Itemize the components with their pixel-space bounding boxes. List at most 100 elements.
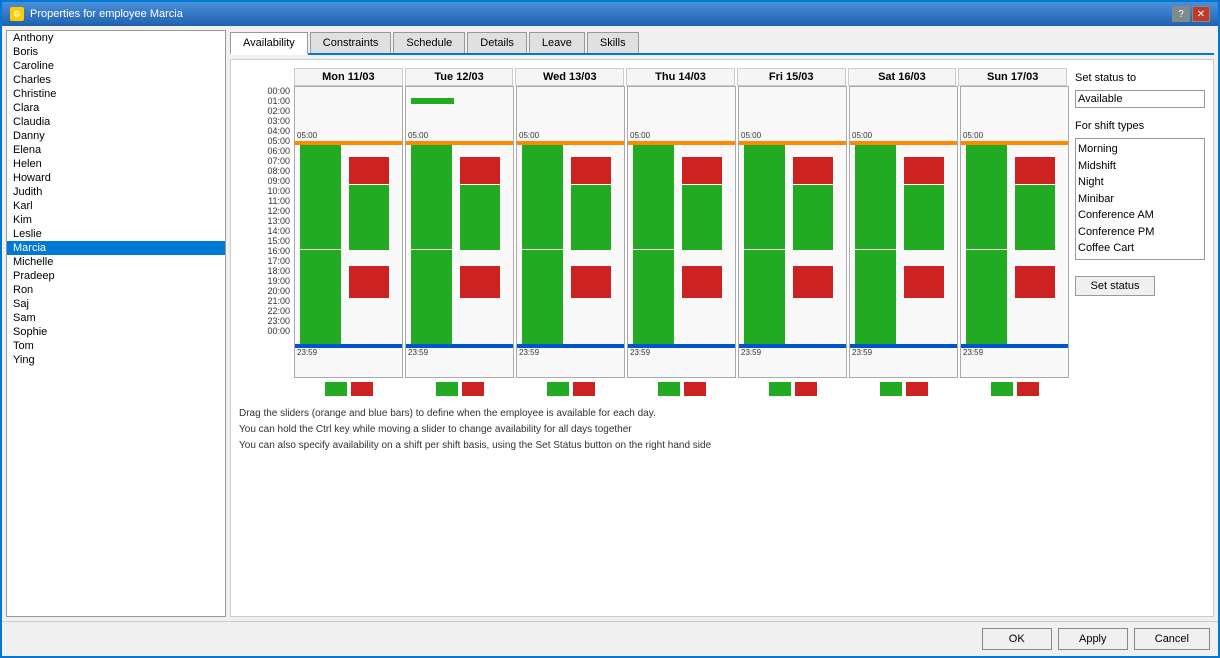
orange-slider[interactable] <box>628 141 735 145</box>
blue-slider[interactable] <box>850 344 957 348</box>
ok-button[interactable]: OK <box>982 628 1052 650</box>
legend-red-box <box>795 382 817 396</box>
day-header: Wed 13/03 <box>515 68 624 86</box>
orange-slider[interactable] <box>295 141 402 145</box>
legend-red-box <box>351 382 373 396</box>
employee-item[interactable]: Tom <box>7 339 225 353</box>
employee-item[interactable]: Michelle <box>7 255 225 269</box>
shift-type-item[interactable]: Conference PM <box>1078 224 1202 241</box>
avail-bar-green-left <box>744 141 785 249</box>
end-time-marker: 23:59 <box>519 348 539 357</box>
shift-type-item[interactable]: Night <box>1078 174 1202 191</box>
employee-item[interactable]: Marcia <box>7 241 225 255</box>
legend-col <box>849 382 958 398</box>
blue-slider[interactable] <box>517 344 624 348</box>
employee-item[interactable]: Caroline <box>7 59 225 73</box>
avail-bar-green-left <box>633 141 674 249</box>
avail-bar-red-top <box>793 157 834 184</box>
avail-bar-green-right <box>571 185 612 250</box>
orange-slider[interactable] <box>739 141 846 145</box>
employee-item[interactable]: Boris <box>7 45 225 59</box>
end-time-marker: 23:59 <box>741 348 761 357</box>
close-button[interactable]: ✕ <box>1192 6 1210 22</box>
tab-availability[interactable]: Availability <box>230 32 308 55</box>
apply-button[interactable]: Apply <box>1058 628 1128 650</box>
avail-bar-green-right <box>682 185 723 250</box>
avail-bar-green-bottom <box>300 250 341 345</box>
help-button[interactable]: ? <box>1172 6 1190 22</box>
shift-type-item[interactable]: Midshift <box>1078 158 1202 175</box>
employee-item[interactable]: Anthony <box>7 31 225 45</box>
tab-details[interactable]: Details <box>467 32 527 53</box>
end-time-marker: 23:59 <box>963 348 983 357</box>
employee-item[interactable]: Charles <box>7 73 225 87</box>
tab-constraints[interactable]: Constraints <box>310 32 392 53</box>
legend-green-box <box>658 382 680 396</box>
tab-skills[interactable]: Skills <box>587 32 639 53</box>
employee-item[interactable]: Helen <box>7 157 225 171</box>
cancel-button[interactable]: Cancel <box>1134 628 1210 650</box>
employee-item[interactable]: Judith <box>7 185 225 199</box>
tab-schedule[interactable]: Schedule <box>393 32 465 53</box>
title-bar-controls: ? ✕ <box>1172 6 1210 22</box>
shift-type-item[interactable]: Conference AM <box>1078 207 1202 224</box>
time-label: 01:00 <box>239 96 294 106</box>
employee-item[interactable]: Ron <box>7 283 225 297</box>
shift-type-item[interactable]: Coffee Cart <box>1078 240 1202 257</box>
employee-item[interactable]: Danny <box>7 129 225 143</box>
employee-item[interactable]: Ying <box>7 353 225 367</box>
start-time-marker: 05:00 <box>852 131 872 140</box>
tabs-bar: AvailabilityConstraintsScheduleDetailsLe… <box>230 30 1214 55</box>
employee-item[interactable]: Saj <box>7 297 225 311</box>
instructions: Drag the sliders (orange and blue bars) … <box>239 406 1069 454</box>
main-content: AnthonyBorisCarolineCharlesChristineClar… <box>2 26 1218 621</box>
avail-bar-green-left <box>522 141 563 249</box>
legend-red-box <box>684 382 706 396</box>
employee-item[interactable]: Sam <box>7 311 225 325</box>
avail-bar-red-bottom <box>793 266 834 299</box>
blue-slider[interactable] <box>295 344 402 348</box>
day-header: Tue 12/03 <box>405 68 514 86</box>
orange-slider[interactable] <box>406 141 513 145</box>
shift-types-label: For shift types <box>1075 120 1205 132</box>
time-label: 15:00 <box>239 236 294 246</box>
blue-slider[interactable] <box>739 344 846 348</box>
orange-slider[interactable] <box>517 141 624 145</box>
time-label: 04:00 <box>239 126 294 136</box>
employee-item[interactable]: Pradeep <box>7 269 225 283</box>
grid-body: 00:0001:0002:0003:0004:0005:0006:0007:00… <box>239 86 1069 378</box>
legend-red-box <box>1017 382 1039 396</box>
end-time-marker: 23:59 <box>630 348 650 357</box>
avail-bar-red-top <box>682 157 723 184</box>
blue-slider[interactable] <box>961 344 1068 348</box>
shift-type-item[interactable]: Minibar <box>1078 191 1202 208</box>
employee-item[interactable]: Christine <box>7 87 225 101</box>
end-time-marker: 23:59 <box>297 348 317 357</box>
employee-item[interactable]: Kim <box>7 213 225 227</box>
set-status-button[interactable]: Set status <box>1075 276 1155 296</box>
orange-slider[interactable] <box>850 141 957 145</box>
employee-item[interactable]: Elena <box>7 143 225 157</box>
legend-col <box>960 382 1069 398</box>
start-time-marker: 05:00 <box>297 131 317 140</box>
employee-item[interactable]: Leslie <box>7 227 225 241</box>
start-time-marker: 05:00 <box>741 131 761 140</box>
employee-list[interactable]: AnthonyBorisCarolineCharlesChristineClar… <box>6 30 226 617</box>
time-label: 18:00 <box>239 266 294 276</box>
avail-bar-green-right <box>793 185 834 250</box>
tab-leave[interactable]: Leave <box>529 32 585 53</box>
time-label: 06:00 <box>239 146 294 156</box>
employee-item[interactable]: Claudia <box>7 115 225 129</box>
blue-slider[interactable] <box>628 344 735 348</box>
orange-slider[interactable] <box>961 141 1068 145</box>
legend-green-box <box>325 382 347 396</box>
legend-green-box <box>547 382 569 396</box>
status-dropdown[interactable]: AvailableUnavailablePreferred <box>1075 90 1205 108</box>
employee-item[interactable]: Karl <box>7 199 225 213</box>
blue-slider[interactable] <box>406 344 513 348</box>
shift-type-item[interactable]: Morning <box>1078 141 1202 158</box>
employee-item[interactable]: Clara <box>7 101 225 115</box>
employee-item[interactable]: Sophie <box>7 325 225 339</box>
avail-bar-green-right <box>904 185 945 250</box>
employee-item[interactable]: Howard <box>7 171 225 185</box>
